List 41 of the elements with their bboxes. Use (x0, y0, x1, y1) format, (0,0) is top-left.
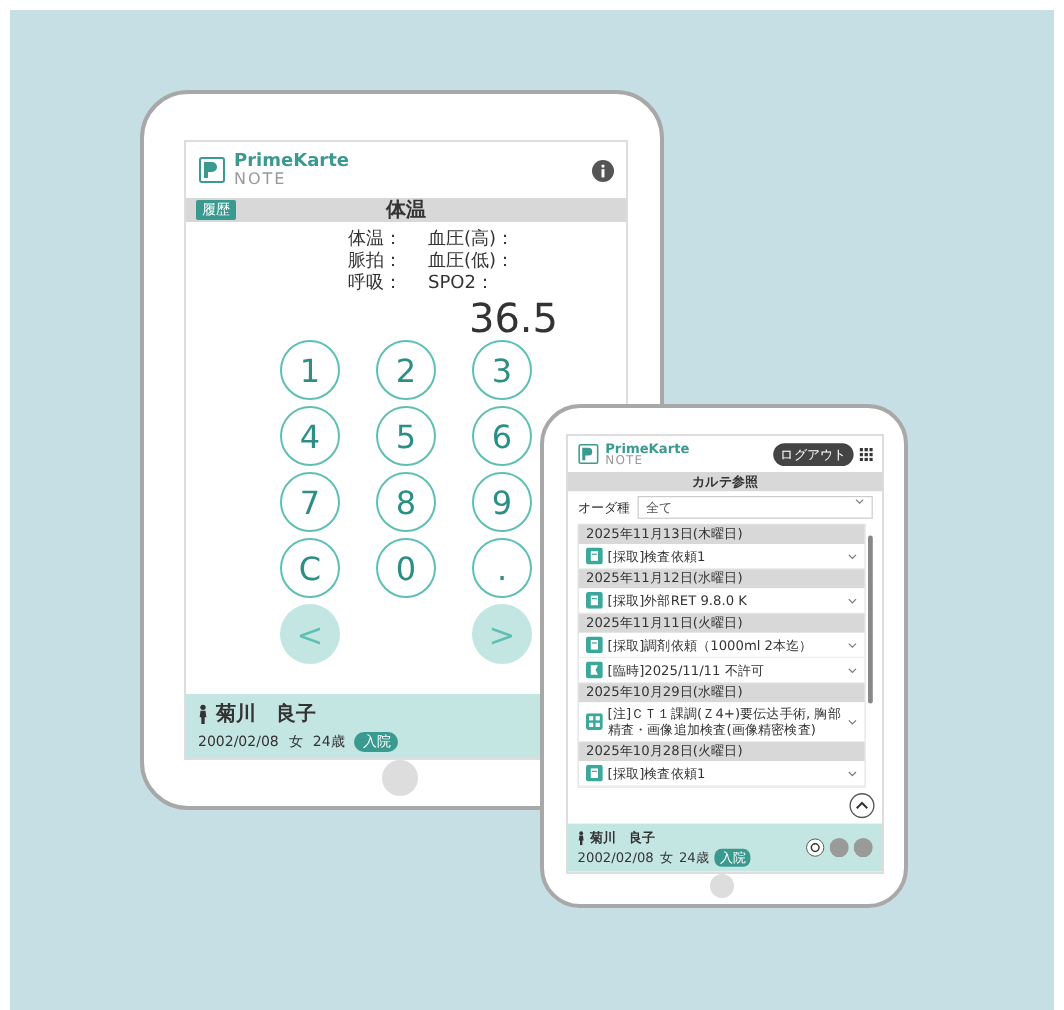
keypad-key[interactable]: 5 (376, 406, 436, 466)
scrollbar[interactable] (868, 535, 873, 704)
record-icon[interactable] (805, 838, 825, 858)
document-icon (586, 592, 603, 609)
vital-label: 血圧(低)： (428, 252, 517, 274)
keypad-key[interactable]: 6 (472, 406, 532, 466)
logo-icon (577, 443, 600, 465)
keypad-key[interactable]: 0 (376, 538, 436, 598)
person-icon (198, 704, 208, 724)
app-subtitle: NOTE (234, 171, 289, 187)
keypad-key[interactable]: 3 (472, 340, 532, 400)
grid-menu-icon[interactable] (859, 447, 873, 461)
vital-label: 体温： (348, 230, 404, 251)
next-icon[interactable] (853, 838, 873, 858)
vital-label: 呼吸： (348, 274, 404, 296)
keypad-key[interactable]: 4 (280, 406, 340, 466)
home-button[interactable] (710, 874, 734, 898)
document-icon (586, 636, 603, 654)
scroll-up-icon[interactable] (848, 792, 876, 819)
keypad-key[interactable]: 7 (280, 472, 340, 532)
keypad-key[interactable]: 1 (280, 340, 340, 400)
info-icon[interactable] (592, 159, 614, 181)
vital-label: 脈拍： (348, 252, 404, 273)
reading-value: 36.5 (466, 296, 560, 340)
keypad-key[interactable]: . (472, 538, 532, 598)
patient-name: 菊川 良子 (216, 700, 316, 728)
note-icon (586, 661, 603, 679)
scan-icon (586, 713, 603, 730)
app-name: PrimeKarte (234, 153, 351, 171)
logo-icon (198, 156, 226, 184)
keypad-key[interactable]: 9 (472, 472, 532, 532)
vital-label: SPO2： (428, 274, 496, 296)
home-button[interactable] (382, 760, 418, 796)
screen-title: 体温 (386, 197, 426, 224)
document-icon (586, 764, 603, 782)
keypad-key[interactable]: C (280, 538, 340, 598)
vital-label: 血圧(高)： (428, 230, 517, 251)
person-icon (577, 830, 585, 845)
keypad-key[interactable]: 2 (376, 340, 436, 400)
document-icon (586, 547, 603, 565)
keypad-key[interactable]: 8 (376, 472, 436, 532)
